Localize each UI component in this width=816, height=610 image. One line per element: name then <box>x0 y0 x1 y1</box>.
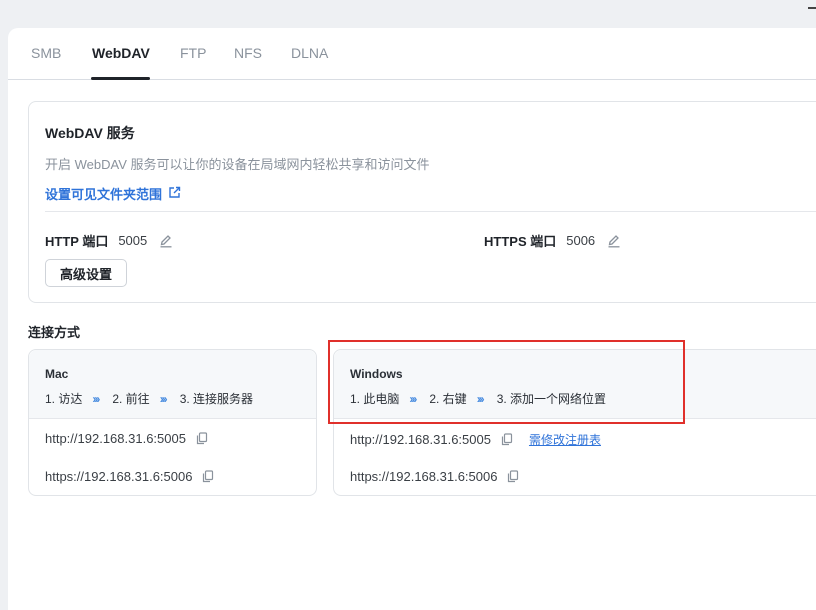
mac-card-header: Mac 1. 访达 ››› 2. 前往 ››› 3. 连接服务器 <box>29 350 316 419</box>
triple-chevron-right-icon: ››› <box>409 391 417 406</box>
windows-http-url: http://192.168.31.6:5005 <box>350 432 491 447</box>
http-port-label: HTTP 端口 <box>45 234 109 249</box>
windows-step-1: 1. 此电脑 <box>350 392 400 406</box>
mac-http-url-row: http://192.168.31.6:5005 <box>45 431 208 446</box>
http-port-row: HTTP 端口 5005 <box>45 231 173 250</box>
mac-step-2: 2. 前往 <box>112 392 150 406</box>
window-edge-mark <box>808 7 816 9</box>
windows-https-url: https://192.168.31.6:5006 <box>350 469 498 484</box>
tab-ftp[interactable]: FTP <box>180 45 206 61</box>
windows-title: Windows <box>350 367 403 381</box>
triple-chevron-right-icon: ››› <box>159 391 168 406</box>
http-port-value: 5005 <box>118 233 148 248</box>
mac-https-url: https://192.168.31.6:5006 <box>45 469 193 484</box>
webdav-settings-panel: SMB WebDAV FTP NFS DLNA WebDAV 服务 开启 Web… <box>8 28 816 610</box>
advanced-settings-button[interactable]: 高级设置 <box>45 259 127 287</box>
protocol-tabs: SMB WebDAV FTP NFS DLNA <box>8 28 816 80</box>
section-divider <box>45 211 816 212</box>
connection-methods-title: 连接方式 <box>28 325 81 340</box>
edit-https-port-pencil-icon[interactable] <box>607 234 621 248</box>
mac-http-url: http://192.168.31.6:5005 <box>45 431 186 446</box>
external-link-icon <box>168 186 181 202</box>
copy-icon[interactable] <box>507 470 519 483</box>
mac-https-url-row: https://192.168.31.6:5006 <box>45 469 214 484</box>
service-title: WebDAV 服务 <box>45 125 135 141</box>
tab-nfs[interactable]: NFS <box>234 45 262 61</box>
mac-step-3: 3. 连接服务器 <box>179 392 254 406</box>
active-tab-indicator <box>91 77 150 80</box>
https-port-row: HTTPS 端口 5006 <box>484 231 621 250</box>
visible-folders-link-label: 设置可见文件夹范围 <box>45 187 163 202</box>
copy-icon[interactable] <box>501 433 513 446</box>
mac-step-1: 1. 访达 <box>45 392 83 406</box>
service-description: 开启 WebDAV 服务可以让你的设备在局域网内轻松共享和访问文件 <box>45 157 430 172</box>
webdav-service-card: WebDAV 服务 开启 WebDAV 服务可以让你的设备在局域网内轻松共享和访… <box>28 101 816 303</box>
https-port-label: HTTPS 端口 <box>484 234 557 249</box>
tab-webdav[interactable]: WebDAV <box>92 45 150 61</box>
edit-http-port-pencil-icon[interactable] <box>159 234 173 248</box>
windows-card-header: Windows 1. 此电脑 ››› 2. 右键 ››› 3. 添加一个网络位置 <box>334 350 816 419</box>
mac-steps: 1. 访达 ››› 2. 前往 ››› 3. 连接服务器 <box>45 390 253 407</box>
triple-chevron-right-icon: ››› <box>92 391 100 406</box>
windows-step-3: 3. 添加一个网络位置 <box>496 392 607 406</box>
copy-icon[interactable] <box>202 470 214 483</box>
windows-connection-card: Windows 1. 此电脑 ››› 2. 右键 ››› 3. 添加一个网络位置… <box>333 349 816 496</box>
mac-connection-card: Mac 1. 访达 ››› 2. 前往 ››› 3. 连接服务器 http://… <box>28 349 317 496</box>
registry-edit-link[interactable]: 需修改注册表 <box>529 431 601 448</box>
windows-step-2: 2. 右键 <box>429 392 467 406</box>
windows-http-url-row: http://192.168.31.6:5005 需修改注册表 <box>350 431 601 448</box>
tab-smb[interactable]: SMB <box>31 45 61 61</box>
mac-title: Mac <box>45 367 69 381</box>
visible-folders-link[interactable]: 设置可见文件夹范围 <box>45 184 181 203</box>
windows-https-url-row: https://192.168.31.6:5006 <box>350 469 519 484</box>
tab-dlna[interactable]: DLNA <box>291 45 328 61</box>
copy-icon[interactable] <box>196 432 208 445</box>
https-port-value: 5006 <box>566 233 596 248</box>
triple-chevron-right-icon: ››› <box>476 391 485 406</box>
windows-steps: 1. 此电脑 ››› 2. 右键 ››› 3. 添加一个网络位置 <box>350 390 606 407</box>
